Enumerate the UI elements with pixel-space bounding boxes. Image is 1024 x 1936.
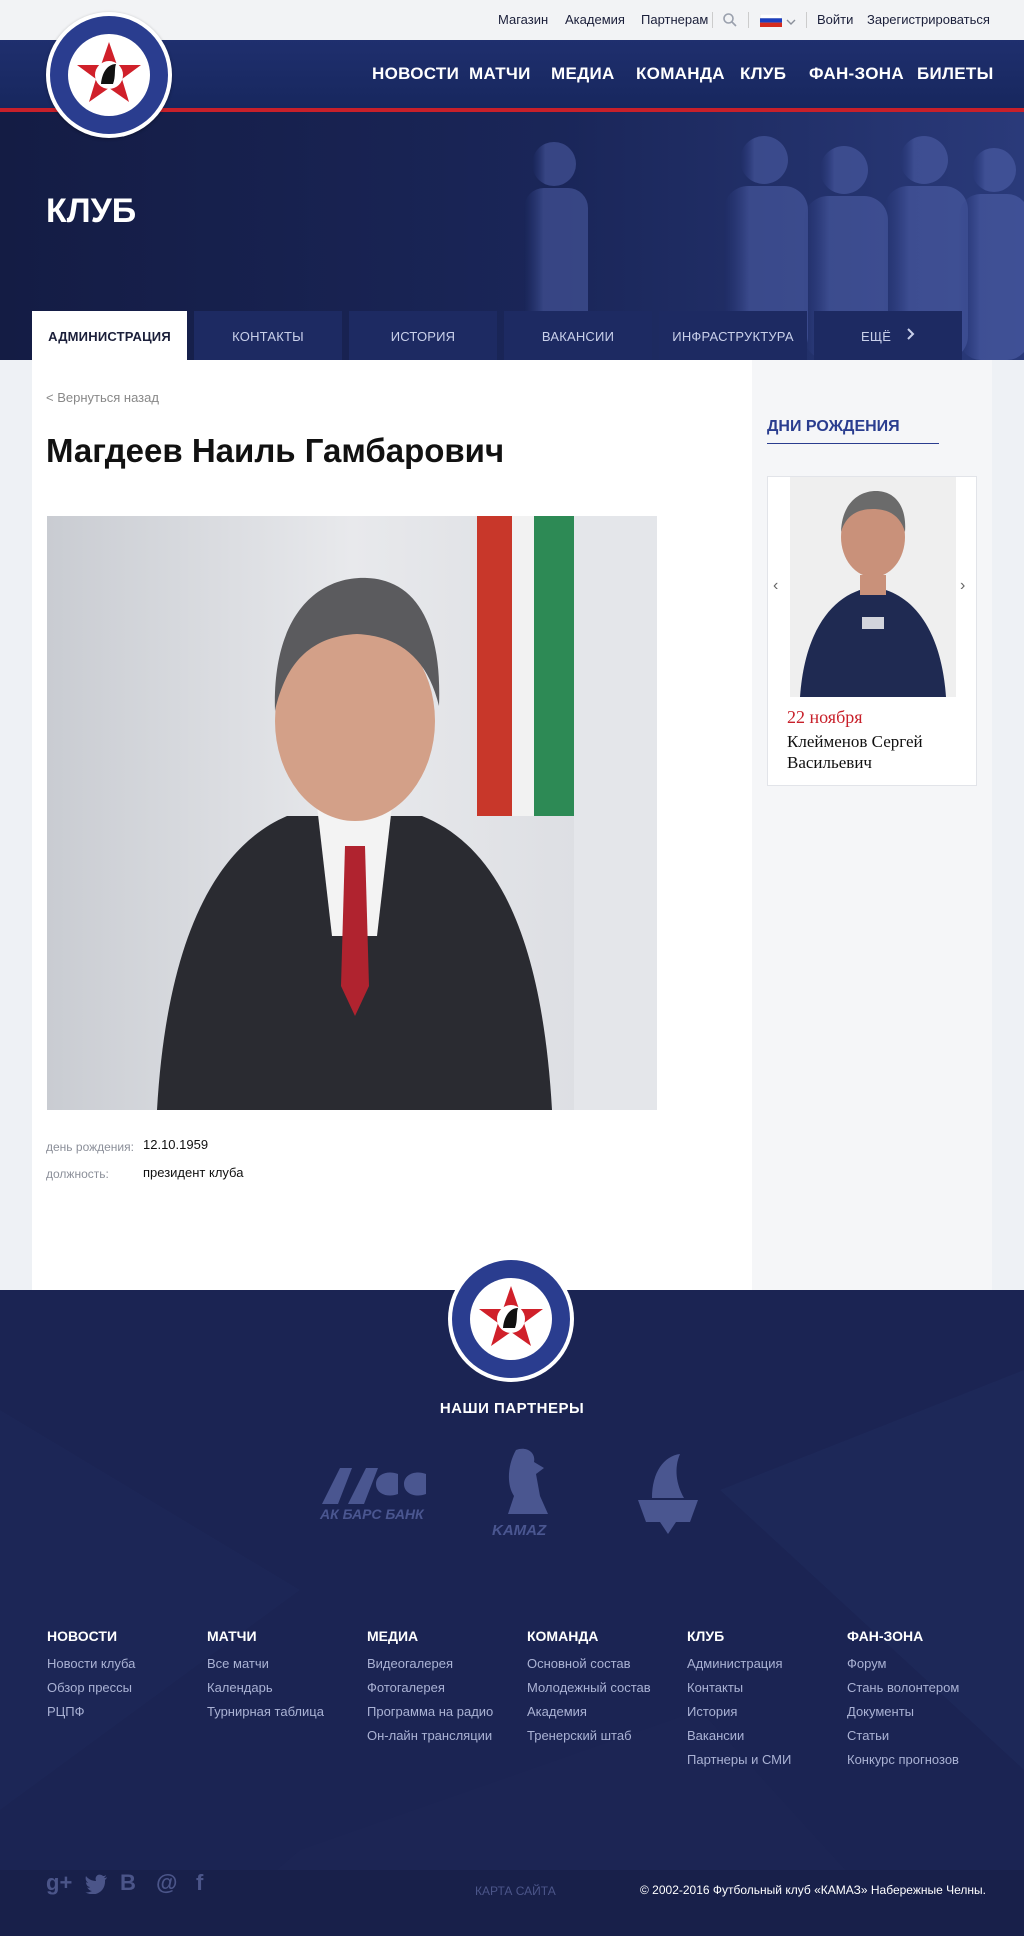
tab-more[interactable]: ЕЩЁ [814,311,962,361]
vk-icon[interactable]: B [120,1870,136,1896]
footer-link[interactable]: Молодежный состав [527,1680,651,1695]
kamaz-label: KAMAZ [492,1522,547,1539]
divider [806,12,807,28]
footer-link[interactable]: Тренерский штаб [527,1728,632,1743]
footer-link[interactable]: Академия [527,1704,587,1719]
club-logo[interactable] [46,12,172,138]
birthdays-underline [767,443,939,444]
search-icon[interactable] [722,12,738,33]
academy-link[interactable]: Академия [565,12,625,27]
partners-link[interactable]: Партнерам [641,12,708,27]
footer-link[interactable]: Все матчи [207,1656,269,1671]
shop-link[interactable]: Магазин [498,12,548,27]
google-plus-icon[interactable]: g+ [46,1870,72,1896]
footer [0,1290,1024,1936]
tab-infrastructure[interactable]: ИНФРАСТРУКТУРА [659,311,807,361]
position-label: должность: [46,1167,109,1181]
nav-tickets[interactable]: БИЛЕТЫ [917,64,994,84]
sitemap-link[interactable]: КАРТА САЙТА [475,1884,556,1898]
nav-matches[interactable]: МАТЧИ [469,64,531,84]
twitter-icon[interactable] [84,1874,108,1899]
footer-link[interactable]: Стань волонтером [847,1680,959,1695]
copyright: © 2002-2016 Футбольный клуб «КАМАЗ» Набе… [640,1883,986,1897]
footer-link[interactable]: Документы [847,1704,914,1719]
mail-icon[interactable]: @ [156,1870,177,1896]
footer-link[interactable]: Обзор прессы [47,1680,132,1695]
ak-bars-bank-label: АК БАРС БАНК [320,1506,424,1522]
nav-club[interactable]: КЛУБ [740,64,786,84]
footer-link[interactable]: Вакансии [687,1728,744,1743]
divider [712,12,713,28]
footer-link[interactable]: Он-лайн трансляции [367,1728,492,1743]
footer-link[interactable]: РЦПФ [47,1704,85,1719]
tab-vacancies[interactable]: ВАКАНСИИ [504,311,652,361]
partners-title: НАШИ ПАРТНЕРЫ [439,1400,585,1417]
person-photo [47,516,657,1110]
footer-background [0,1370,1024,1936]
footer-link[interactable]: Администрация [687,1656,783,1671]
birthday-value: 12.10.1959 [143,1137,209,1152]
russia-flag-icon[interactable] [759,13,783,32]
city-emblem-logo[interactable] [630,1448,706,1536]
nav-news[interactable]: НОВОСТИ [372,64,459,84]
tab-history[interactable]: ИСТОРИЯ [349,311,497,361]
nav-fan-zone[interactable]: ФАН-ЗОНА [809,64,904,84]
birthday-person-photo [790,477,956,697]
footer-link[interactable]: Календарь [207,1680,273,1695]
footer-link[interactable]: История [687,1704,737,1719]
footer-col-club-title[interactable]: КЛУБ [687,1628,724,1644]
kamaz-logo[interactable]: KAMAZ [488,1444,568,1544]
chevron-right-icon [907,310,915,362]
footer-link[interactable]: Основной состав [527,1656,631,1671]
tab-contacts[interactable]: КОНТАКТЫ [194,311,342,361]
chevron-right-icon[interactable]: › [960,577,965,595]
login-link[interactable]: Войти [817,12,853,27]
footer-link[interactable]: Контакты [687,1680,743,1695]
divider [748,12,749,28]
birthday-date: 22 ноября [787,707,863,727]
footer-link[interactable]: Форум [847,1656,887,1671]
facebook-icon[interactable]: f [196,1870,203,1896]
footer-col-matches-title[interactable]: МАТЧИ [207,1628,257,1644]
back-link[interactable]: < Вернуться назад [46,390,159,405]
tab-administration[interactable]: АДМИНИСТРАЦИЯ [32,311,187,361]
footer-club-logo[interactable] [448,1256,574,1382]
footer-col-news-title[interactable]: НОВОСТИ [47,1628,117,1644]
person-name: Магдеев Наиль Гамбарович [46,432,505,469]
footer-link[interactable]: Партнеры и СМИ [687,1752,791,1767]
birthday-name[interactable]: Клейменов Сергей Васильевич [787,731,972,773]
chevron-left-icon[interactable]: ‹ [773,577,778,595]
footer-col-media-title[interactable]: МЕДИА [367,1628,418,1644]
tab-more-label: ЕЩЁ [861,329,892,344]
position-value: президент клуба [143,1165,244,1180]
footer-link[interactable]: Конкурс прогнозов [847,1752,959,1767]
page-title: КЛУБ [46,192,137,230]
footer-link[interactable]: Видеогалерея [367,1656,453,1671]
footer-link[interactable]: Турнирная таблица [207,1704,324,1719]
birthday-label: день рождения: [46,1140,134,1154]
footer-link[interactable]: Фотогалерея [367,1680,445,1695]
chevron-down-icon[interactable] [786,14,796,32]
ak-bars-bank-logo[interactable]: АК БАРС БАНК [318,1464,438,1524]
footer-link[interactable]: Программа на радио [367,1704,493,1719]
footer-bottom-band [0,1870,1024,1936]
birthdays-title: ДНИ РОЖДЕНИЯ [767,418,900,435]
birthday-card[interactable]: ‹ › 22 ноября Клейменов Сергей Васильеви… [767,476,977,786]
nav-media[interactable]: МЕДИА [551,64,615,84]
nav-team[interactable]: КОМАНДА [636,64,725,84]
club-tabs: АДМИНИСТРАЦИЯ КОНТАКТЫ ИСТОРИЯ ВАКАНСИИ … [32,311,962,361]
footer-col-fanzone-title[interactable]: ФАН-ЗОНА [847,1628,923,1644]
footer-col-team-title[interactable]: КОМАНДА [527,1628,598,1644]
footer-link[interactable]: Статьи [847,1728,889,1743]
register-link[interactable]: Зарегистрироваться [867,12,990,27]
footer-link[interactable]: Новости клуба [47,1656,135,1671]
